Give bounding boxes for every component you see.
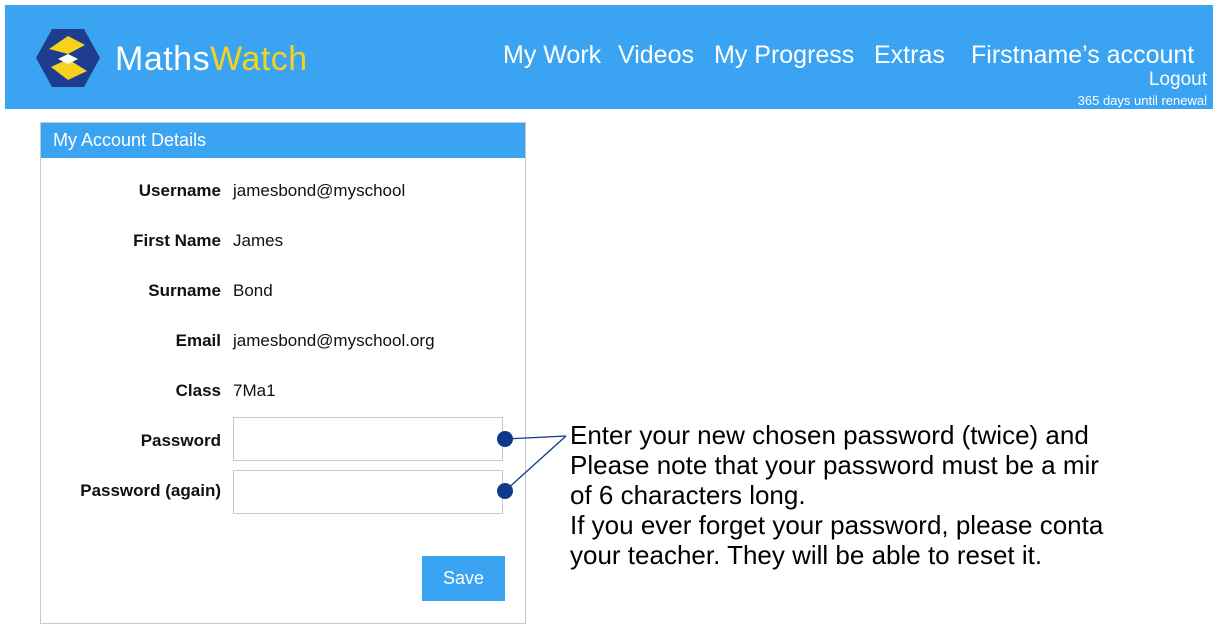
password-again-label: Password (again) [80,481,221,500]
password-input[interactable] [233,417,503,461]
panel-title: My Account Details [41,123,525,158]
first-name-value: James [233,231,284,250]
top-nav-bar: MathsWatch My Work Videos My Progress Ex… [5,5,1213,109]
email-label: Email [175,331,221,350]
instruction-line: your teacher. They will be able to reset… [570,540,1043,570]
class-value: 7Ma1 [233,381,276,400]
brand-name-maths: Maths [115,40,211,78]
instruction-line: Enter your new chosen password (twice) a… [570,420,1089,450]
surname-label: Surname [148,281,221,300]
password-again-input[interactable] [233,470,503,514]
password-instructions: Enter your new chosen password (twice) a… [570,420,1103,570]
nav-account[interactable]: Firstname’s account [971,39,1194,71]
account-details-panel: My Account Details Username jamesbond@my… [40,122,526,624]
logout-link[interactable]: Logout [1149,69,1207,91]
brand-name: MathsWatch [115,39,308,79]
nav-extras[interactable]: Extras [874,39,945,71]
password-label: Password [140,431,221,450]
brand-name-watch: Watch [210,40,308,78]
surname-value: Bond [233,281,273,300]
nav-my-work[interactable]: My Work [503,39,601,71]
instruction-line: of 6 characters long. [570,480,806,510]
nav-videos[interactable]: Videos [618,39,694,71]
instruction-line: Please note that your password must be a… [570,450,1099,480]
class-label: Class [175,381,221,400]
save-button[interactable]: Save [422,556,505,601]
email-value: jamesbond@myschool.org [233,331,435,350]
nav-my-progress[interactable]: My Progress [714,39,854,71]
username-label: Username [138,181,221,200]
instruction-line: If you ever forget your password, please… [570,510,1104,540]
first-name-label: First Name [133,231,221,250]
renewal-status: 365 days until renewal [1077,93,1207,108]
mathswatch-logo-icon[interactable] [35,27,101,89]
username-value: jamesbond@myschool [233,181,406,200]
